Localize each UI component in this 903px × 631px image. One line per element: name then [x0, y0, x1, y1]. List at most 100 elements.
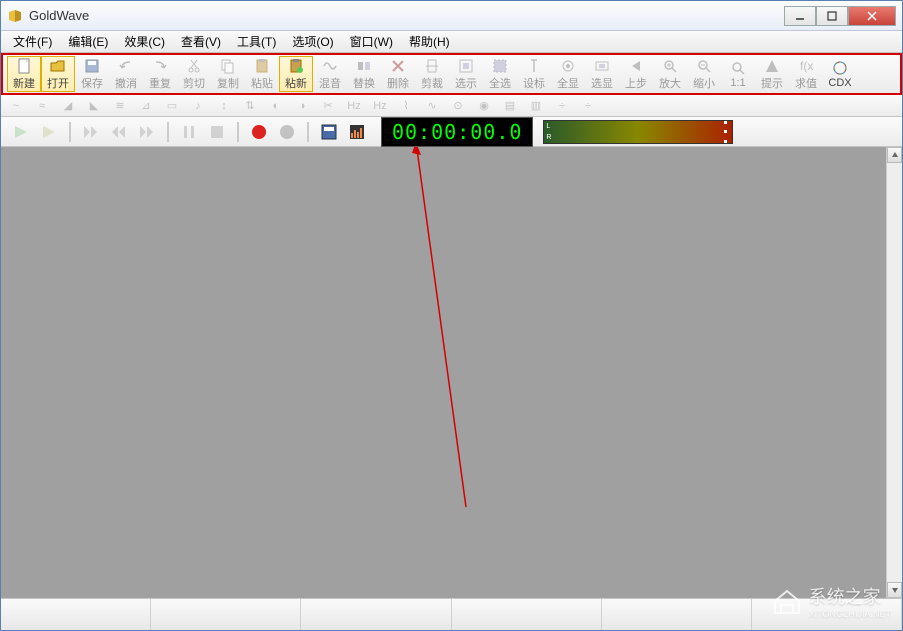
replace-button[interactable]: 替换 [347, 56, 381, 92]
vertical-scrollbar[interactable] [886, 147, 902, 598]
prev-button[interactable]: 上步 [619, 56, 653, 92]
status-cell [452, 599, 602, 630]
fx-button-20[interactable]: ▥ [527, 97, 545, 115]
fx-button-16[interactable]: ∿ [423, 97, 441, 115]
fast-forward-button[interactable] [79, 121, 103, 143]
menu-options[interactable]: 选项(O) [284, 31, 341, 52]
fx-button-14[interactable]: Hz [371, 97, 389, 115]
status-cell [301, 599, 451, 630]
fx-button-17[interactable]: ⊙ [449, 97, 467, 115]
zoom11-button[interactable]: 1:1 [721, 56, 755, 92]
fx-icon: ◣ [90, 99, 98, 112]
showall-button[interactable]: 全显 [551, 56, 585, 92]
status-cell [602, 599, 752, 630]
mix-icon [322, 58, 338, 74]
fx-button-18[interactable]: ◉ [475, 97, 493, 115]
record2-button[interactable] [275, 121, 299, 143]
selshow-icon [594, 58, 610, 74]
selall-button[interactable]: 全选 [483, 56, 517, 92]
redo-button[interactable]: 重复 [143, 56, 177, 92]
fx-button-19[interactable]: ▤ [501, 97, 519, 115]
rewind-button[interactable] [107, 121, 131, 143]
menu-file[interactable]: 文件(F) [5, 31, 60, 52]
fx-button-3[interactable]: ◣ [85, 97, 103, 115]
record-button[interactable] [247, 121, 271, 143]
toolbar-label: 重复 [149, 75, 171, 91]
zoomin-button[interactable]: 放大 [653, 56, 687, 92]
fx-button-2[interactable]: ◢ [59, 97, 77, 115]
selview-button[interactable]: 选示 [449, 56, 483, 92]
undo-button[interactable]: 撤消 [109, 56, 143, 92]
watermark-text: 系统之家 [809, 583, 891, 609]
play-green-button[interactable] [9, 121, 33, 143]
scroll-up-button[interactable] [887, 147, 902, 163]
menu-edit[interactable]: 编辑(E) [60, 31, 116, 52]
meter-right-label: R [546, 134, 551, 141]
app-icon [7, 8, 23, 24]
redo-icon [152, 58, 168, 74]
fx-button-12[interactable]: ✂ [319, 97, 337, 115]
annotation-arrow [1, 147, 902, 598]
status-cell [151, 599, 301, 630]
fx-button-5[interactable]: ⊿ [137, 97, 155, 115]
fx-button-7[interactable]: ♪ [189, 97, 207, 115]
fx-button-11[interactable]: ◑ [293, 97, 311, 115]
cdx-button[interactable]: CDX [823, 56, 857, 92]
visual-button[interactable] [345, 121, 369, 143]
menu-tools[interactable]: 工具(T) [229, 31, 284, 52]
cut-button[interactable]: 剪切 [177, 56, 211, 92]
fx-icon: ≋ [115, 99, 124, 112]
open-button[interactable]: 打开 [41, 56, 75, 92]
minimize-button[interactable] [784, 6, 816, 26]
fx-button-6[interactable]: ▭ [163, 97, 181, 115]
maximize-button[interactable] [816, 6, 848, 26]
properties-button[interactable] [317, 121, 341, 143]
fx-button-15[interactable]: ⌇ [397, 97, 415, 115]
paste-button[interactable]: 粘贴 [245, 56, 279, 92]
fx-button-13[interactable]: Hz [345, 97, 363, 115]
delete-button[interactable]: 删除 [381, 56, 415, 92]
save-button[interactable]: 保存 [75, 56, 109, 92]
cut-icon [186, 58, 202, 74]
stop-button[interactable] [205, 121, 229, 143]
open-icon [50, 58, 66, 74]
toolbar-label: 打开 [47, 75, 69, 91]
menu-help[interactable]: 帮助(H) [401, 31, 458, 52]
close-button[interactable] [848, 6, 896, 26]
copy-button[interactable]: 复制 [211, 56, 245, 92]
hint-button[interactable]: 提示 [755, 56, 789, 92]
fx-button-21[interactable]: ÷ [553, 97, 571, 115]
fx-button-8[interactable]: ↕ [215, 97, 233, 115]
fx-button-0[interactable]: ~ [7, 97, 25, 115]
trim-button[interactable]: 剪裁 [415, 56, 449, 92]
new-button[interactable]: 新建 [7, 56, 41, 92]
save-icon [84, 58, 100, 74]
fx-button-22[interactable]: ÷ [579, 97, 597, 115]
fx-icon: ▭ [167, 99, 177, 112]
time-display: 00:00:00.0 [381, 117, 533, 147]
fx-button-10[interactable]: ◐ [267, 97, 285, 115]
toolbar-label: 混音 [319, 75, 341, 91]
play-yellow-button[interactable] [37, 121, 61, 143]
toolbar-label: 缩小 [693, 75, 715, 91]
new-icon [16, 58, 32, 74]
toolbar-label: 上步 [625, 75, 647, 91]
fx-button-1[interactable]: ≈ [33, 97, 51, 115]
fx-button-4[interactable]: ≋ [111, 97, 129, 115]
skip-forward-button[interactable] [135, 121, 159, 143]
toolbar-label: 全显 [557, 75, 579, 91]
fx-button-9[interactable]: ⇅ [241, 97, 259, 115]
eval-button[interactable]: f(x)求值 [789, 56, 823, 92]
mix-button[interactable]: 混音 [313, 56, 347, 92]
menu-window[interactable]: 窗口(W) [342, 31, 401, 52]
zoomout-button[interactable]: 缩小 [687, 56, 721, 92]
menu-effect[interactable]: 效果(C) [116, 31, 173, 52]
fx-icon: ÷ [559, 100, 565, 112]
marker-button[interactable]: 设标 [517, 56, 551, 92]
selshow-button[interactable]: 选显 [585, 56, 619, 92]
undo-icon [118, 58, 134, 74]
pastenew-button[interactable]: 粘新 [279, 56, 313, 92]
pause-button[interactable] [177, 121, 201, 143]
scroll-track[interactable] [887, 163, 902, 582]
menu-view[interactable]: 查看(V) [173, 31, 229, 52]
